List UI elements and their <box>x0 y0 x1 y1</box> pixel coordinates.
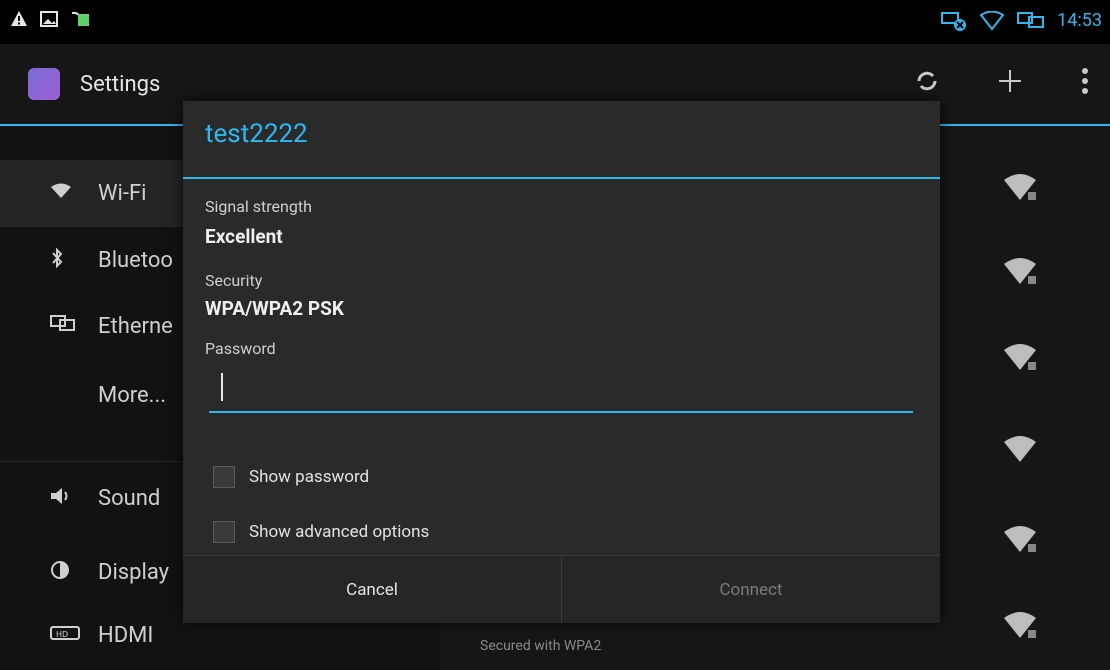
show-advanced-row[interactable]: Show advanced options <box>213 521 429 543</box>
security-label: Security <box>205 271 263 290</box>
wifi-outline-icon <box>979 10 1005 31</box>
svg-text:HD: HD <box>56 630 68 639</box>
sound-icon <box>50 487 90 510</box>
password-field[interactable] <box>209 367 917 413</box>
menu-item-label: Display <box>98 559 170 585</box>
text-cursor <box>221 373 223 401</box>
bluetooth-icon <box>50 247 90 273</box>
dialog-title-divider <box>183 177 940 179</box>
display-icon <box>50 560 90 585</box>
show-advanced-label: Show advanced options <box>249 522 430 542</box>
password-label: Password <box>205 339 276 358</box>
wifi-signal-icon[interactable] <box>1000 336 1040 376</box>
dialog-button-bar: Cancel Connect <box>183 555 940 623</box>
status-time: 14:53 <box>1057 10 1102 31</box>
show-password-checkbox[interactable] <box>213 466 235 488</box>
refresh-icon[interactable] <box>914 68 940 94</box>
signal-strength-label: Signal strength <box>205 197 312 216</box>
password-input[interactable] <box>209 367 917 413</box>
connect-button[interactable]: Connect <box>561 556 940 623</box>
wifi-signal-icon[interactable] <box>1000 604 1040 644</box>
screens-icon <box>1017 11 1045 28</box>
menu-item-label: More... <box>98 382 167 408</box>
show-password-label: Show password <box>249 467 370 487</box>
wifi-signal-icon[interactable] <box>1000 518 1040 558</box>
menu-item-label: Wi-Fi <box>98 180 147 206</box>
add-icon[interactable] <box>996 67 1024 95</box>
wifi-signal-icon[interactable] <box>1000 250 1040 290</box>
menu-item-label: HDMI <box>98 622 154 648</box>
wifi-signal-icon[interactable] <box>1000 428 1040 468</box>
wifi-signal-icon[interactable] <box>1000 166 1040 206</box>
show-password-row[interactable]: Show password <box>213 466 369 488</box>
wifi-connect-dialog: test2222 Signal strength Excellent Secur… <box>183 101 940 623</box>
status-left-icons <box>10 10 92 28</box>
signal-strength-value: Excellent <box>205 225 283 248</box>
network-security-summary: Secured with WPA2 <box>480 638 602 654</box>
menu-item-label: Bluetoo <box>98 247 173 273</box>
menu-item-label: Sound <box>98 485 161 511</box>
password-underline <box>209 411 913 413</box>
overflow-menu-icon[interactable] <box>1080 66 1090 96</box>
warning-icon <box>11 11 27 26</box>
battery-charge-icon <box>71 11 89 26</box>
wifi-icon <box>50 183 90 204</box>
security-value: WPA/WPA2 PSK <box>205 297 344 320</box>
action-bar-icons <box>914 66 1090 96</box>
hdmi-icon: HD <box>50 625 90 646</box>
settings-app-icon[interactable] <box>28 68 60 100</box>
cancel-button[interactable]: Cancel <box>183 556 561 623</box>
status-bar: 14:53 <box>0 0 1110 44</box>
show-advanced-checkbox[interactable] <box>213 521 235 543</box>
status-right-icons: 14:53 <box>941 10 1102 31</box>
ethernet-icon <box>50 314 90 339</box>
image-icon <box>40 11 58 27</box>
menu-item-label: Etherne <box>98 313 173 339</box>
app-title: Settings <box>80 72 161 97</box>
network-x-icon <box>941 11 967 31</box>
dialog-title: test2222 <box>205 119 308 149</box>
